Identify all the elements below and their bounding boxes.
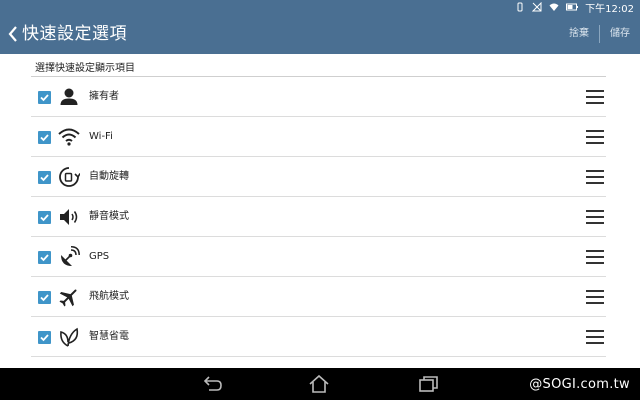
checkbox-silent-mode[interactable] bbox=[38, 211, 51, 224]
back-chevron-icon[interactable] bbox=[6, 24, 20, 44]
speaker-icon bbox=[60, 209, 78, 225]
list-item-owner: 擁有者 bbox=[31, 77, 606, 117]
drag-handle-icon[interactable] bbox=[586, 210, 604, 224]
list-item-label: GPS bbox=[89, 251, 110, 262]
checkbox-auto-rotate[interactable] bbox=[38, 171, 51, 184]
drag-handle-icon[interactable] bbox=[586, 170, 604, 184]
list-item-label: 擁有者 bbox=[89, 91, 119, 102]
quick-settings-list: 擁有者 Wi-Fi 自動旋轉 靜音模式 GPS 飛航模式 智慧省電 bbox=[31, 77, 606, 357]
list-item-airplane-mode: 飛航模式 bbox=[31, 277, 606, 317]
discard-button[interactable]: 捨棄 bbox=[559, 14, 599, 54]
status-icons: 下午12:02 bbox=[515, 0, 634, 15]
navigation-bar: @SOGI.com.tw bbox=[0, 368, 640, 400]
drag-handle-icon[interactable] bbox=[586, 130, 604, 144]
recent-apps-icon[interactable] bbox=[418, 374, 440, 394]
page-title: 快速設定選項 bbox=[22, 24, 127, 44]
status-bar: 下午12:02 bbox=[0, 0, 640, 15]
app-bar-actions: 捨棄 儲存 bbox=[559, 14, 640, 54]
battery-icon bbox=[566, 3, 579, 11]
checkbox-power-saving[interactable] bbox=[38, 331, 51, 344]
airplane-icon bbox=[59, 289, 77, 307]
save-button[interactable]: 儲存 bbox=[600, 14, 640, 54]
checkbox-airplane-mode[interactable] bbox=[38, 291, 51, 304]
checkbox-owner[interactable] bbox=[38, 91, 51, 104]
drag-handle-icon[interactable] bbox=[586, 290, 604, 304]
vibrate-icon bbox=[517, 2, 523, 12]
section-title: 選擇快速設定顯示項目 bbox=[35, 63, 135, 74]
watermark: @SOGI.com.tw bbox=[529, 377, 630, 392]
checkbox-wifi[interactable] bbox=[38, 131, 51, 144]
list-item-label: 飛航模式 bbox=[89, 291, 129, 302]
person-icon bbox=[60, 88, 78, 105]
list-item-label: Wi-Fi bbox=[89, 131, 113, 142]
gps-icon bbox=[61, 246, 80, 266]
list-item-auto-rotate: 自動旋轉 bbox=[31, 157, 606, 197]
list-item-power-saving: 智慧省電 bbox=[31, 317, 606, 357]
drag-handle-icon[interactable] bbox=[586, 330, 604, 344]
leaf-icon bbox=[60, 327, 79, 347]
app-bar: 快速設定選項 捨棄 儲存 bbox=[0, 14, 640, 54]
auto-rotate-icon bbox=[59, 167, 80, 187]
no-signal-icon bbox=[532, 2, 542, 12]
wifi-icon bbox=[549, 3, 559, 11]
drag-handle-icon[interactable] bbox=[586, 250, 604, 264]
list-item-silent-mode: 靜音模式 bbox=[31, 197, 606, 237]
list-item-label: 智慧省電 bbox=[89, 331, 129, 342]
checkbox-gps[interactable] bbox=[38, 251, 51, 264]
list-item-label: 自動旋轉 bbox=[89, 171, 129, 182]
list-item-gps: GPS bbox=[31, 237, 606, 277]
wifi-icon bbox=[58, 128, 80, 146]
list-item-label: 靜音模式 bbox=[89, 211, 129, 222]
status-time: 下午12:02 bbox=[585, 3, 634, 15]
back-icon[interactable] bbox=[201, 374, 223, 394]
home-icon[interactable] bbox=[308, 374, 330, 394]
drag-handle-icon[interactable] bbox=[586, 90, 604, 104]
list-item-wifi: Wi-Fi bbox=[31, 117, 606, 157]
